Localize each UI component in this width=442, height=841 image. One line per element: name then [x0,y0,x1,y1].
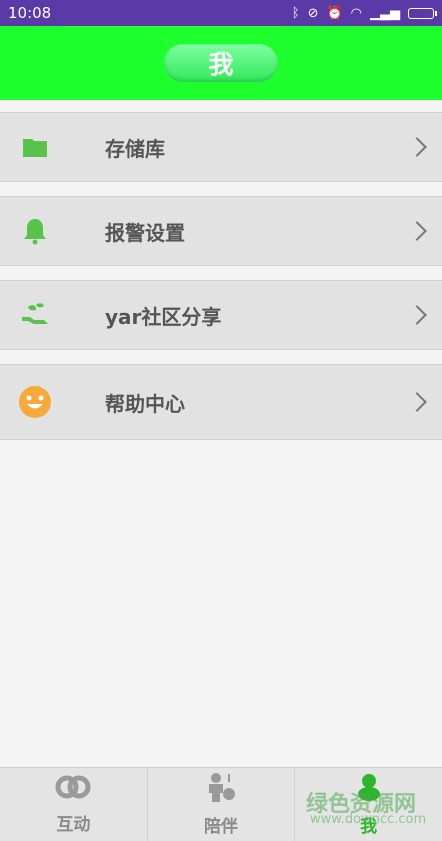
tab-interaction[interactable]: 互动 [0,768,148,841]
bell-icon [18,214,52,248]
signal-icon: ▁▃▅ [370,5,400,21]
settings-menu: 存储库 报警设置 yar社区分享 帮助中心 [0,112,442,440]
menu-item-label: 报警设置 [105,220,185,245]
hand-leaf-icon [18,298,52,332]
smiley-icon [18,385,52,419]
chevron-right-icon [407,137,427,157]
wifi-icon: ◠ [350,5,362,21]
chevron-right-icon [407,221,427,241]
menu-item-community-share[interactable]: yar社区分享 [0,280,442,350]
companion-icon [205,772,237,806]
mute-icon: ⊘ [307,5,319,21]
battery-icon [408,7,437,19]
alarm-icon: ⏰ [326,5,343,21]
folder-icon [18,130,52,164]
chevron-right-icon [407,305,427,325]
status-time: 10:08 [8,4,52,22]
menu-item-label: 帮助中心 [105,391,185,416]
status-icons: ᛒ ⊘ ⏰ ◠ ▁▃▅ [291,5,437,21]
chevron-right-icon [407,392,427,412]
tab-companion[interactable]: 陪伴 [148,768,296,841]
tab-label: 陪伴 [204,817,238,837]
bluetooth-icon: ᛒ [291,5,300,21]
menu-item-label: 存储库 [105,136,165,161]
page-title: 我 [164,44,278,82]
menu-item-help-center[interactable]: 帮助中心 [0,364,442,440]
menu-item-storage[interactable]: 存储库 [0,112,442,182]
link-rings-icon [54,774,92,804]
status-bar: 10:08 ᛒ ⊘ ⏰ ◠ ▁▃▅ [0,0,442,26]
app-header: 我 [0,26,442,100]
menu-item-label: yar社区分享 [105,304,222,329]
tab-label: 互动 [56,815,91,835]
watermark-url: www.downcc.com [310,812,427,827]
menu-item-alarm-settings[interactable]: 报警设置 [0,196,442,266]
